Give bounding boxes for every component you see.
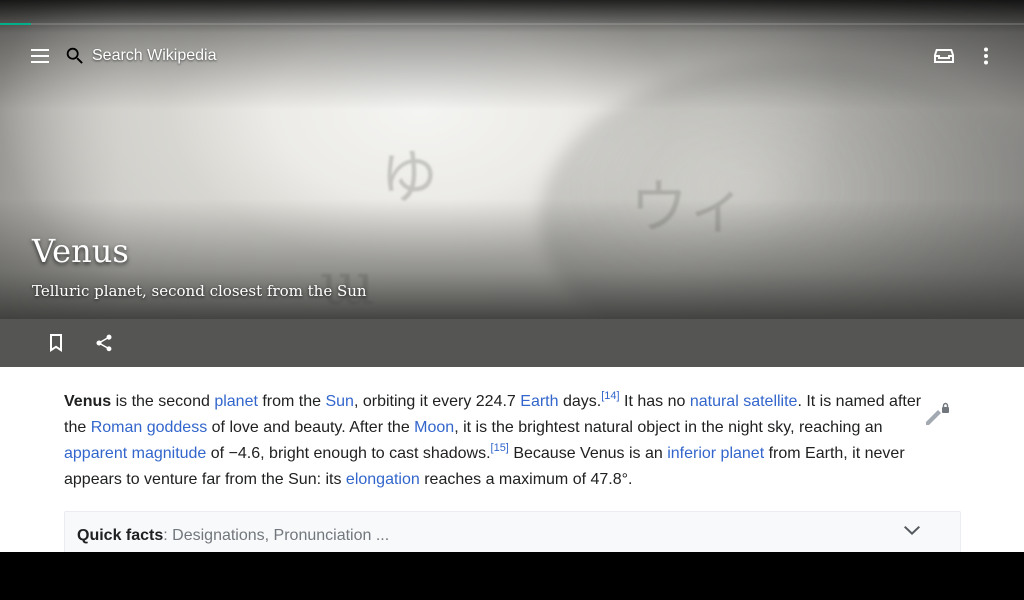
- link-natural-satellite[interactable]: natural satellite: [690, 393, 798, 410]
- progress-bar: [0, 23, 31, 25]
- app-window: ゆ ウィ ɯ Search Wikipedia Venu: [0, 0, 1024, 552]
- link-planet[interactable]: planet: [214, 393, 258, 410]
- page-title: Venus: [32, 232, 129, 270]
- link-roman-goddess[interactable]: Roman goddess: [91, 419, 208, 436]
- reference-14[interactable]: [14]: [601, 390, 619, 402]
- chevron-down-icon[interactable]: [904, 522, 920, 540]
- title-block: Venus Telluric planet, second closest fr…: [32, 232, 367, 300]
- menu-icon[interactable]: [20, 36, 60, 76]
- text-span: of love and beauty. After the: [207, 419, 415, 436]
- page-description: Telluric planet, second closest from the…: [32, 282, 367, 300]
- text-span: from the: [257, 393, 326, 410]
- text-span: of −4.6, bright enough to cast shadows.: [206, 445, 491, 462]
- system-navigation-bar: [0, 552, 1024, 600]
- search-icon: [64, 45, 86, 72]
- more-vert-icon[interactable]: [966, 36, 1006, 76]
- text-span: days.: [558, 393, 602, 410]
- lead-image[interactable]: ゆ ウィ ɯ Search Wikipedia Venu: [0, 0, 1024, 319]
- share-icon[interactable]: [84, 323, 124, 363]
- text-span: , it is the brightest natural object in …: [454, 419, 883, 436]
- text-span: is the second: [111, 393, 215, 410]
- link-moon[interactable]: Moon: [414, 419, 454, 436]
- bookmark-icon[interactable]: [36, 323, 76, 363]
- article-lead-paragraph: Venus is the second planet from the Sun,…: [64, 389, 930, 493]
- text-span: reaches a maximum of 47.8°.: [419, 471, 633, 488]
- text-span: , orbiting it every 224.7: [353, 393, 521, 410]
- link-earth[interactable]: Earth: [520, 393, 558, 410]
- quick-facts-collapsed[interactable]: Quick facts: Designations, Pronunciation…: [64, 511, 961, 552]
- progress-track: [0, 23, 1024, 25]
- top-toolbar: Search Wikipedia: [0, 36, 1024, 76]
- search-bar[interactable]: Search Wikipedia: [60, 36, 360, 76]
- quick-facts-summary: : Designations, Pronunciation ...: [163, 527, 390, 544]
- text-span: It has no: [619, 393, 690, 410]
- reading-list-icon[interactable]: [924, 36, 964, 76]
- reference-15[interactable]: [15]: [491, 442, 509, 454]
- edit-protected-icon[interactable]: [922, 398, 954, 430]
- link-elongation[interactable]: elongation: [346, 471, 420, 488]
- article-action-bar: [0, 319, 1024, 367]
- link-inferior-planet[interactable]: inferior planet: [667, 445, 764, 462]
- link-apparent-magnitude[interactable]: apparent magnitude: [64, 445, 206, 462]
- search-placeholder: Search Wikipedia: [92, 47, 217, 64]
- quick-facts-label: Quick facts: [77, 527, 164, 544]
- bold-title-text: Venus: [64, 393, 112, 410]
- link-sun[interactable]: Sun: [325, 393, 353, 410]
- text-span: Because Venus is an: [508, 445, 668, 462]
